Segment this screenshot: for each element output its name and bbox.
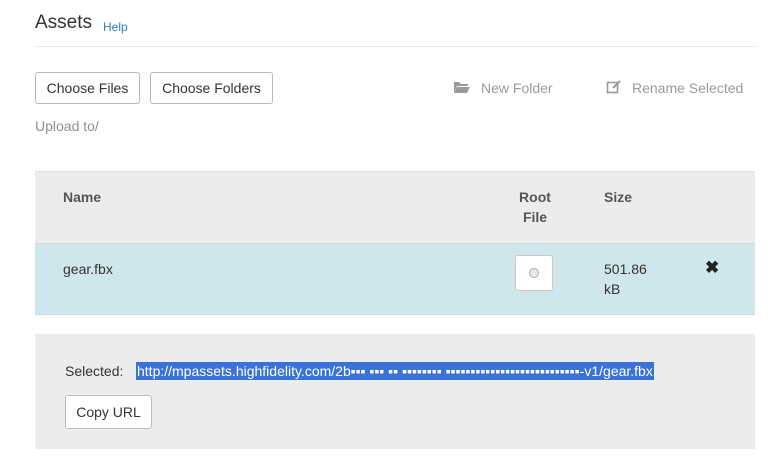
root-file-radio[interactable] — [515, 255, 553, 291]
column-header-root-file: Root File — [505, 187, 565, 227]
page-title: Assets — [35, 12, 93, 33]
selected-label: Selected: — [65, 363, 124, 379]
assets-table: Name Root File Size gear.fbx 501.86 kB ✖ — [35, 171, 755, 315]
edit-icon — [606, 79, 632, 98]
file-size-value: 501.86 — [604, 261, 647, 277]
rename-selected-label: Rename Selected — [632, 80, 744, 96]
file-name: gear.fbx — [63, 261, 113, 277]
new-folder-label: New Folder — [481, 80, 553, 96]
upload-path: Upload to/ — [35, 118, 99, 134]
column-header-root-line2: File — [522, 209, 548, 225]
file-size: 501.86 kB — [604, 259, 647, 299]
selected-panel: Selected: http://mpassets.highfidelity.c… — [35, 334, 755, 449]
rename-selected-button[interactable]: Rename Selected — [606, 78, 743, 98]
help-link[interactable]: Help — [103, 20, 128, 34]
table-header: Name Root File Size — [35, 171, 755, 243]
delete-button[interactable]: ✖ — [705, 258, 719, 278]
close-icon: ✖ — [705, 258, 720, 277]
radio-icon — [529, 268, 539, 278]
folder-open-icon — [453, 80, 481, 97]
copy-url-button[interactable]: Copy URL — [65, 395, 152, 429]
table-row[interactable]: gear.fbx 501.86 kB ✖ — [35, 243, 755, 315]
column-header-size: Size — [604, 189, 633, 205]
file-size-unit: kB — [604, 281, 621, 297]
new-folder-button[interactable]: New Folder — [453, 78, 553, 98]
choose-folders-button[interactable]: Choose Folders — [150, 72, 273, 104]
selected-url[interactable]: http://mpassets.highfidelity.com/2b▪▪▪ ▪… — [136, 362, 654, 380]
choose-files-button[interactable]: Choose Files — [35, 72, 140, 104]
column-header-root-line1: Root — [519, 189, 551, 205]
page-header: Assets Help — [35, 12, 755, 47]
column-header-name: Name — [63, 189, 102, 205]
